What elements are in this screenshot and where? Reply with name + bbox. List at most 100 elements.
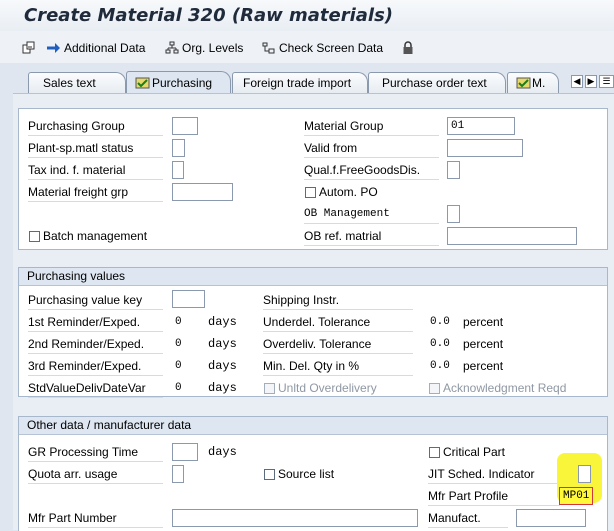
purchasing-values-group: Purchasing values Purchasing value key S… (18, 267, 608, 398)
gr-processing-unit: days (208, 445, 237, 459)
jit-indicator-label: JIT Sched. Indicator (428, 466, 560, 484)
tab-purchasing[interactable]: Purchasing (126, 71, 231, 94)
purchasing-group-field[interactable] (172, 117, 198, 135)
arrow-right-icon (47, 42, 60, 53)
overdel-tolerance-value: 0.0 (430, 338, 450, 350)
check-icon (135, 77, 150, 89)
additional-data-label: Additional Data (64, 40, 146, 55)
tab-list-button[interactable]: ☰ (599, 75, 614, 88)
manufact-label: Manufact. (428, 510, 508, 528)
tab-purchase-order-text[interactable]: Purchase order text (368, 72, 506, 93)
reminder2-label: 2nd Reminder/Exped. (28, 336, 163, 354)
tab-scroll-right-button[interactable]: ▶ (585, 75, 597, 88)
org-levels-button[interactable]: Org. Levels (165, 39, 243, 56)
unltd-overdelivery-label: Unltd Overdelivery (278, 381, 377, 395)
tab-more-label: M. (532, 76, 546, 90)
mfr-part-number-label: Mfr Part Number (28, 510, 163, 528)
tab-more[interactable]: M. (507, 72, 559, 93)
tab-sales-text[interactable]: Sales text (28, 72, 126, 93)
ob-ref-field[interactable] (447, 227, 577, 245)
list-icon: ☰ (602, 76, 611, 86)
min-del-qty-value: 0.0 (430, 360, 450, 372)
mfr-part-profile-label: Mfr Part Profile (428, 488, 560, 506)
reminder2-unit: days (208, 337, 237, 351)
unltd-overdelivery-checkbox[interactable] (264, 383, 275, 394)
autom-po-label: Autom. PO (319, 185, 378, 199)
batch-management-label: Batch management (43, 229, 148, 243)
quota-arr-label: Quota arr. usage (28, 466, 163, 484)
underdel-tolerance-unit: percent (463, 315, 504, 329)
reminder1-label: 1st Reminder/Exped. (28, 314, 163, 332)
stdvalue-value: 0 (175, 382, 182, 394)
check-screen-data-button[interactable]: Check Screen Data (262, 39, 383, 56)
lock-button[interactable] (402, 39, 417, 56)
plant-sp-status-label: Plant-sp.matl status (28, 140, 163, 158)
ack-reqd-checkbox[interactable] (429, 383, 440, 394)
shipping-instr-label: Shipping Instr. (263, 292, 413, 310)
ob-ref-label: OB ref. matrial (304, 228, 439, 246)
org-structure-icon (165, 41, 179, 53)
check-structure-icon (262, 42, 275, 53)
material-group-label: Material Group (304, 118, 439, 136)
additional-data-button[interactable]: Additional Data (46, 39, 145, 56)
purchasing-values-header: Purchasing values (19, 268, 607, 286)
tab-sales-text-label: Sales text (43, 76, 96, 90)
mfr-part-number-field[interactable] (172, 509, 418, 527)
freight-grp-label: Material freight grp (28, 184, 163, 202)
tax-ind-field[interactable] (172, 161, 184, 179)
underdel-tolerance-label: Underdel. Tolerance (263, 314, 413, 332)
reminder3-label: 3rd Reminder/Exped. (28, 358, 163, 376)
jit-indicator-field[interactable] (578, 465, 591, 483)
lock-icon (403, 40, 413, 54)
org-levels-label: Org. Levels (182, 40, 244, 55)
critical-part-checkbox[interactable] (429, 447, 440, 458)
ob-management-field[interactable] (447, 205, 460, 223)
reminder1-unit: days (208, 315, 237, 329)
autom-po-checkbox[interactable] (305, 187, 316, 198)
reminder3-unit: days (208, 359, 237, 373)
batch-management-checkbox[interactable] (29, 231, 40, 242)
check-screen-data-label: Check Screen Data (279, 40, 384, 55)
tab-purchasing-label: Purchasing (152, 76, 213, 90)
critical-part-label: Critical Part (443, 445, 506, 459)
chevron-right-icon: ▶ (587, 76, 595, 86)
tab-scroll-left-button[interactable]: ◀ (571, 75, 583, 88)
reminder1-value: 0 (175, 316, 182, 328)
freight-grp-field[interactable] (172, 183, 233, 201)
reminder3-value: 0 (175, 360, 182, 372)
manufact-field[interactable] (516, 509, 586, 527)
quota-arr-field[interactable] (172, 465, 184, 483)
min-del-qty-unit: percent (463, 359, 504, 373)
display-change-icon (22, 41, 35, 53)
tab-content-area: Purchasing Group Material Group 01 Plant… (13, 93, 614, 531)
tax-ind-label: Tax ind. f. material (28, 162, 163, 180)
other-data-header: Other data / manufacturer data (19, 417, 607, 435)
ack-reqd-label: Acknowledgment Reqd (443, 381, 567, 395)
material-group-field[interactable]: 01 (447, 117, 515, 135)
purchasing-value-key-label: Purchasing value key (28, 292, 163, 310)
other-material-button[interactable] (22, 39, 39, 56)
mfr-part-profile-field[interactable]: MP01 (559, 487, 593, 505)
overdel-tolerance-label: Overdeliv. Tolerance (263, 336, 413, 354)
valid-from-field[interactable] (447, 139, 523, 157)
gr-processing-field[interactable] (172, 443, 198, 461)
plant-sp-status-field[interactable] (172, 139, 185, 157)
application-toolbar: Additional Data Org. Levels Check Screen… (0, 31, 614, 63)
purchasing-group-label: Purchasing Group (28, 118, 163, 136)
tab-foreign-trade-label: Foreign trade import (243, 76, 352, 90)
tab-strip: Sales text Purchasing Foreign trade impo… (0, 64, 614, 94)
source-list-label: Source list (278, 467, 335, 481)
check-icon (516, 77, 531, 89)
qual-free-goods-field[interactable] (447, 161, 460, 179)
chevron-left-icon: ◀ (573, 76, 581, 86)
window-title: Create Material 320 (Raw materials) (24, 5, 394, 26)
purchasing-value-key-field[interactable] (172, 290, 205, 308)
overdel-tolerance-unit: percent (463, 337, 504, 351)
valid-from-label: Valid from (304, 140, 439, 158)
tab-po-text-label: Purchase order text (382, 76, 487, 90)
source-list-checkbox[interactable] (264, 469, 275, 480)
title-bar: Create Material 320 (Raw materials) (0, 0, 614, 31)
min-del-qty-label: Min. Del. Qty in % (263, 358, 413, 376)
tab-foreign-trade-import[interactable]: Foreign trade import (232, 72, 368, 93)
underdel-tolerance-value: 0.0 (430, 316, 450, 328)
